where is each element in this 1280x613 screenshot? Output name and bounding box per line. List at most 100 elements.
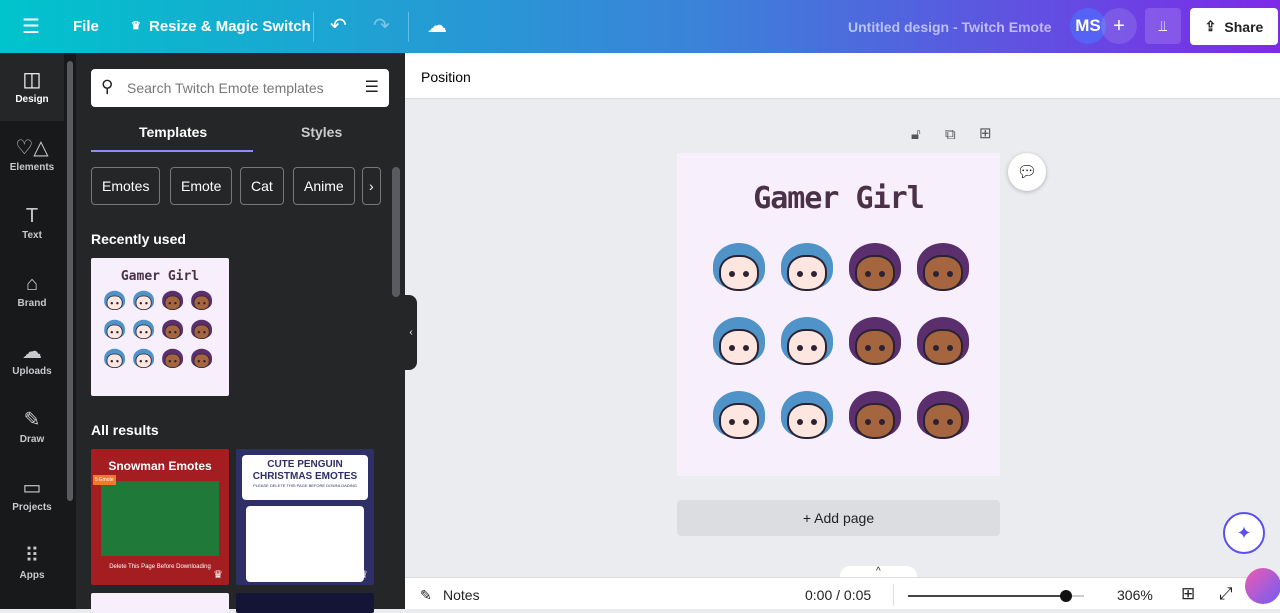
chip-emotes[interactable]: Emotes xyxy=(91,167,161,205)
chips-next-button[interactable]: › xyxy=(362,167,381,205)
panel-scrollbar[interactable] xyxy=(390,153,402,609)
rail-scrollbar[interactable] xyxy=(64,53,76,609)
sidebar-item-label: Design xyxy=(15,93,49,105)
emote-blue-hair[interactable] xyxy=(710,389,768,447)
sidebar-item-label: Elements xyxy=(9,161,55,173)
emote-blue-hair[interactable] xyxy=(132,290,155,313)
fullscreen-icon[interactable]: ⤢ xyxy=(1219,584,1233,604)
share-icon: ⇪ xyxy=(1204,18,1217,34)
top-bar: ☰ File ♛ Resize & Magic Switch ↶ ↷ ☁ Unt… xyxy=(0,0,1280,53)
sidebar-item-brand[interactable]: ⌂ Brand xyxy=(0,257,64,325)
comment-button[interactable]: 💬︎ xyxy=(1008,153,1046,191)
ai-brain-icon[interactable] xyxy=(1245,568,1280,604)
show-pages-toggle[interactable]: ^ xyxy=(840,566,917,577)
emote-purple-hair[interactable] xyxy=(161,348,184,371)
premium-crown-icon: ♛ xyxy=(213,569,223,581)
sidebar-item-label: Uploads xyxy=(12,365,52,377)
zoom-level[interactable]: 306% xyxy=(1117,587,1153,603)
position-button[interactable]: Position xyxy=(421,69,471,85)
add-collaborator-button[interactable]: + xyxy=(1101,8,1137,44)
text-icon: T xyxy=(25,204,39,227)
emote-purple-hair[interactable] xyxy=(846,241,904,299)
emote-blue-hair[interactable] xyxy=(103,348,126,371)
tab-underline xyxy=(91,150,253,152)
sidebar-item-apps[interactable]: ⠿ Apps xyxy=(0,529,64,597)
undo-icon[interactable]: ↶ xyxy=(330,13,347,38)
emote-purple-hair[interactable] xyxy=(161,319,184,342)
pen-icon: ✎ xyxy=(23,408,41,431)
side-rail: ◫ Design ♡△ Elements T Text ⌂ Brand ☁ Uploads ✎ Dra… xyxy=(0,53,64,609)
emote-purple-hair[interactable] xyxy=(190,348,213,371)
add-page-button[interactable]: + Add page xyxy=(677,500,1000,536)
menu-icon[interactable]: ☰ xyxy=(22,14,40,39)
insights-button[interactable]: ⫫ xyxy=(1145,8,1181,44)
crown-icon: ♛ xyxy=(131,20,141,32)
emote-purple-hair[interactable] xyxy=(846,389,904,447)
add-page-icon[interactable]: ⊞ xyxy=(979,124,992,142)
templates-panel: ⚲ Search Twitch Emote templates ☰ Templa… xyxy=(76,53,405,613)
divider xyxy=(313,12,314,42)
emote-purple-hair[interactable] xyxy=(190,290,213,313)
tab-templates[interactable]: Templates xyxy=(139,124,207,140)
emote-blue-hair[interactable] xyxy=(132,319,155,342)
recent-template-gamer-girl[interactable]: Gamer Girl xyxy=(91,258,229,396)
emote-blue-hair[interactable] xyxy=(778,315,836,373)
sidebar-item-design[interactable]: ◫ Design xyxy=(0,53,64,121)
emote-blue-hair[interactable] xyxy=(778,389,836,447)
resize-button[interactable]: Resize & Magic Switch xyxy=(149,18,311,35)
sidebar-item-uploads[interactable]: ☁ Uploads xyxy=(0,325,64,393)
zoom-slider-handle[interactable] xyxy=(1060,590,1073,602)
design-title[interactable]: Gamer Girl xyxy=(677,181,1000,216)
template-snowman-emotes[interactable]: Snowman Emotes Delete This Page Before D… xyxy=(91,449,229,585)
zoom-slider[interactable] xyxy=(908,590,1084,602)
apps-icon: ⠿ xyxy=(24,544,40,567)
share-button[interactable]: ⇪ Share xyxy=(1190,8,1278,45)
emote-blue-hair[interactable] xyxy=(710,315,768,373)
chip-anime[interactable]: Anime xyxy=(293,167,355,205)
chip-emote[interactable]: Emote xyxy=(170,167,233,205)
emote-purple-hair[interactable] xyxy=(161,290,184,313)
template-cute-penguin[interactable]: CUTE PENGUIN CHRISTMAS EMOTES PLEASE DEL… xyxy=(236,449,374,585)
file-menu[interactable]: File xyxy=(73,18,99,35)
all-results-heading: All results xyxy=(91,422,159,438)
emote-blue-hair[interactable] xyxy=(710,241,768,299)
emote-blue-hair[interactable] xyxy=(132,348,155,371)
template-partial[interactable] xyxy=(236,593,374,613)
emote-purple-hair[interactable] xyxy=(846,315,904,373)
sidebar-item-label: Projects xyxy=(12,501,52,513)
tab-styles[interactable]: Styles xyxy=(301,124,342,140)
lock-icon[interactable]: 🔓︎ xyxy=(911,126,921,143)
cloud-saved-icon[interactable]: ☁ xyxy=(427,13,447,38)
emote-blue-hair[interactable] xyxy=(778,241,836,299)
duplicate-icon[interactable]: ⧉ xyxy=(945,126,956,143)
chip-cat[interactable]: Cat xyxy=(240,167,284,205)
sidebar-item-text[interactable]: T Text xyxy=(0,189,64,257)
notes-button[interactable]: Notes xyxy=(443,587,480,603)
timer[interactable]: 0:00 / 0:05 xyxy=(805,587,871,603)
sidebar-item-draw[interactable]: ✎ Draw xyxy=(0,393,64,461)
emote-blue-hair[interactable] xyxy=(103,319,126,342)
emote-purple-hair[interactable] xyxy=(914,315,972,373)
cloud-upload-icon: ☁ xyxy=(22,340,42,363)
emote-purple-hair[interactable] xyxy=(914,241,972,299)
sidebar-item-elements[interactable]: ♡△ Elements xyxy=(0,121,64,189)
badge: 5 Emote xyxy=(93,475,116,485)
filter-icon[interactable]: ☰ xyxy=(365,77,379,97)
snowman-art xyxy=(101,481,219,556)
collapse-panel-button[interactable]: ‹ xyxy=(405,295,417,370)
search-input[interactable]: ⚲ Search Twitch Emote templates ☰ xyxy=(91,69,389,107)
sidebar-item-label: Apps xyxy=(19,569,45,581)
magic-assistant-button[interactable]: ✦ xyxy=(1223,512,1265,554)
layout-icon: ◫ xyxy=(22,68,42,91)
brand-icon: ⌂ xyxy=(25,272,39,295)
emote-purple-hair[interactable] xyxy=(914,389,972,447)
grid-view-icon[interactable]: ⊞ xyxy=(1181,584,1195,604)
emote-purple-hair[interactable] xyxy=(190,319,213,342)
sidebar-item-projects[interactable]: ▭ Projects xyxy=(0,461,64,529)
design-page[interactable]: Gamer Girl xyxy=(677,153,1000,476)
template-partial[interactable] xyxy=(91,593,229,613)
recently-used-heading: Recently used xyxy=(91,231,186,247)
emote-blue-hair[interactable] xyxy=(103,290,126,313)
document-title[interactable]: Untitled design - Twitch Emote xyxy=(848,19,1052,35)
redo-icon[interactable]: ↷ xyxy=(373,13,390,38)
